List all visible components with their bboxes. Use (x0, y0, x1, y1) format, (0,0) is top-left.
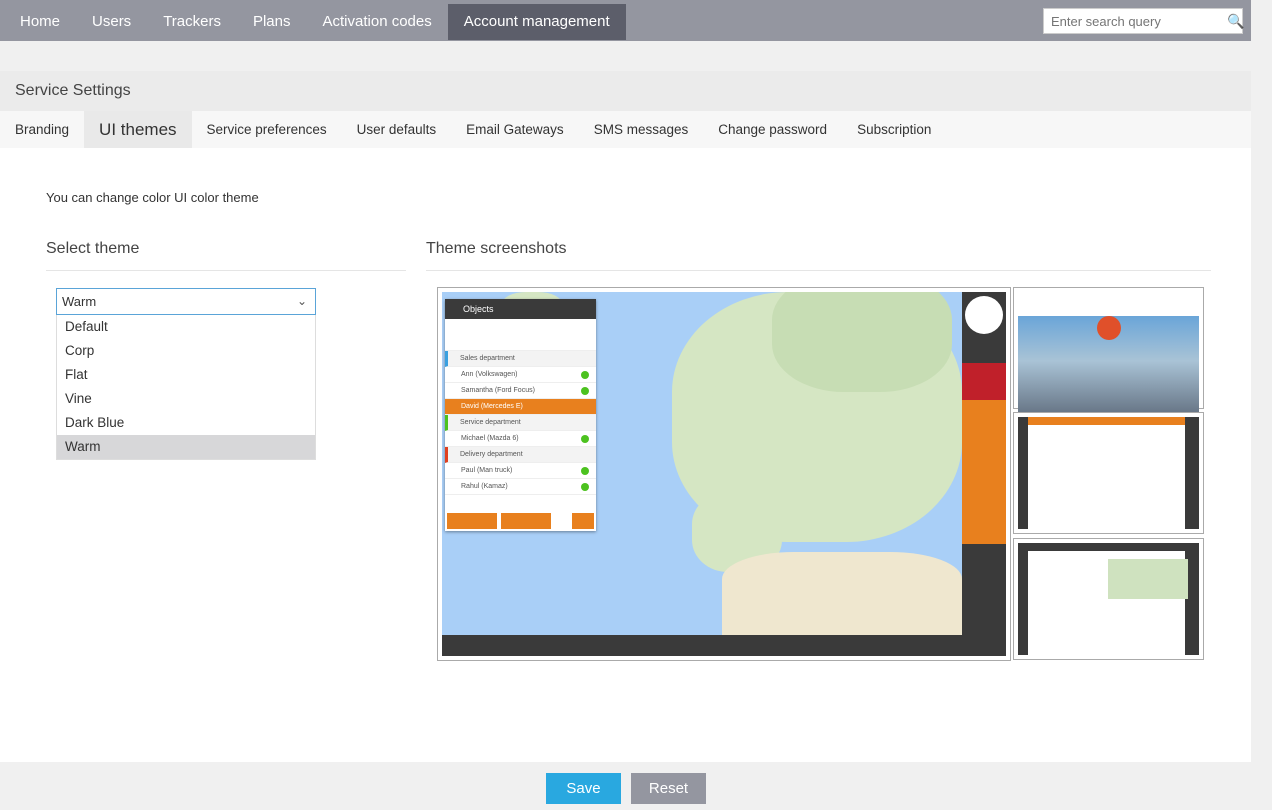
theme-option-dark-blue[interactable]: Dark Blue (57, 411, 315, 435)
tab-change-password[interactable]: Change password (703, 111, 842, 148)
tab-ui-themes[interactable]: UI themes (84, 111, 192, 148)
objects-title: Objects (445, 299, 596, 319)
nav-account-management[interactable]: Account management (447, 3, 626, 40)
theme-options: Default Corp Flat Vine Dark Blue Warm (56, 315, 316, 460)
reset-button[interactable]: Reset (631, 773, 706, 804)
objects-panel-preview: Objects Sales department Ann (Volkswagen… (445, 299, 596, 531)
tab-subscription[interactable]: Subscription (842, 111, 946, 148)
theme-thumbnail-2[interactable] (1013, 412, 1204, 534)
select-theme-heading: Select theme (46, 240, 140, 257)
nav-plans[interactable]: Plans (237, 4, 307, 40)
theme-thumbnail-1[interactable] (1013, 287, 1204, 428)
theme-option-corp[interactable]: Corp (57, 339, 315, 363)
theme-select-value: Warm (62, 294, 97, 309)
description: You can change color UI color theme (46, 190, 259, 205)
list-item: Sales department (445, 351, 596, 367)
search-box: 🔍 (1043, 8, 1244, 34)
theme-option-warm[interactable]: Warm (57, 435, 315, 459)
list-item: Ann (Volkswagen) (445, 367, 596, 383)
theme-option-flat[interactable]: Flat (57, 363, 315, 387)
tab-user-defaults[interactable]: User defaults (342, 111, 452, 148)
divider (426, 270, 1211, 271)
settings-tabs: Branding UI themes Service preferences U… (0, 111, 1251, 148)
nav-users[interactable]: Users (76, 4, 147, 40)
divider (46, 270, 406, 271)
tab-email-gateways[interactable]: Email Gateways (451, 111, 579, 148)
list-item: Service department (445, 415, 596, 431)
sidebar-preview (962, 292, 1006, 656)
theme-option-default[interactable]: Default (57, 315, 315, 339)
theme-select[interactable]: Warm ⌄ (56, 288, 316, 315)
list-item: Samantha (Ford Focus) (445, 383, 596, 399)
list-item: David (Mercedes E) (445, 399, 596, 415)
map-toolbar-preview (442, 635, 962, 656)
tab-sms-messages[interactable]: SMS messages (579, 111, 704, 148)
tab-service-preferences[interactable]: Service preferences (192, 111, 342, 148)
chevron-down-icon: ⌄ (296, 294, 307, 308)
list-item: Rahul (Kamaz) (445, 479, 596, 495)
theme-screenshots-heading: Theme screenshots (426, 240, 567, 257)
nav-trackers[interactable]: Trackers (147, 4, 237, 40)
theme-option-vine[interactable]: Vine (57, 387, 315, 411)
panel-title: Service Settings (0, 71, 1251, 111)
top-nav: Home Users Trackers Plans Activation cod… (0, 0, 1251, 41)
list-item: Michael (Mazda 6) (445, 431, 596, 447)
search-input[interactable] (1044, 13, 1227, 29)
theme-thumbnail-3[interactable] (1013, 538, 1204, 660)
nav-activation-codes[interactable]: Activation codes (307, 4, 448, 40)
list-item: Paul (Man truck) (445, 463, 596, 479)
nav-home[interactable]: Home (4, 4, 76, 40)
save-button[interactable]: Save (546, 773, 621, 804)
list-item: Delivery department (445, 447, 596, 463)
search-icon[interactable]: 🔍 (1227, 13, 1244, 30)
footer-bar (0, 762, 1251, 810)
tab-branding[interactable]: Branding (0, 111, 84, 148)
